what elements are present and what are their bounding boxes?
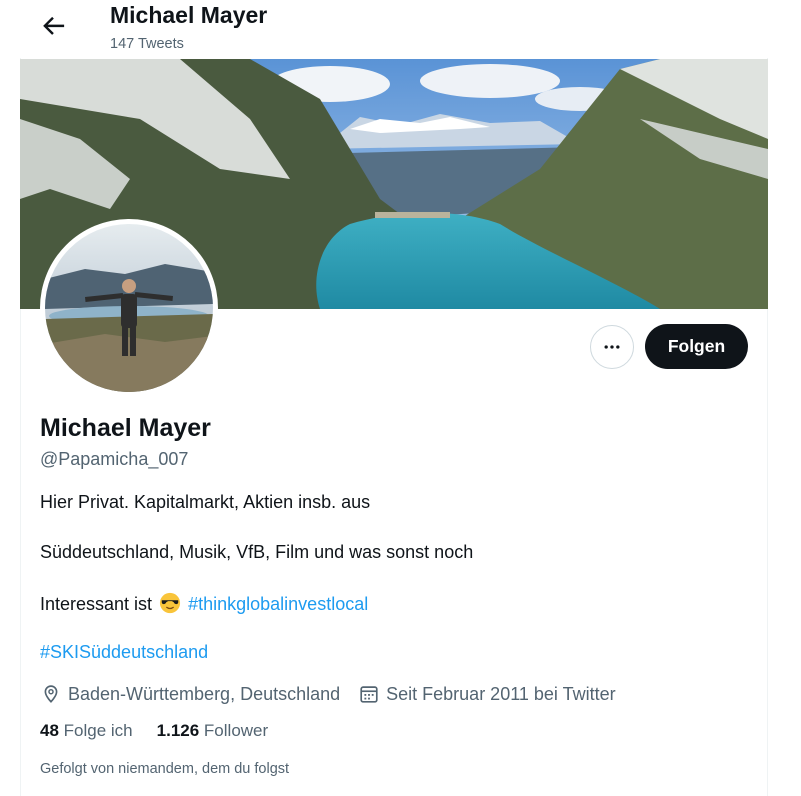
bio-line-3: Interessant ist #thinkglobalinvestlocal <box>40 592 368 615</box>
calendar-icon <box>360 686 378 703</box>
back-button[interactable] <box>36 10 70 44</box>
joined-text: Seit Februar 2011 bei Twitter <box>386 683 616 704</box>
followers-label: Follower <box>203 721 269 740</box>
followers-link[interactable]: 1.126 Follower <box>157 721 269 741</box>
bio-line-3-text: Interessant ist <box>40 594 153 614</box>
bio-line-4: #SKISüddeutschland <box>40 642 208 663</box>
header-title: Michael Mayer <box>110 2 268 28</box>
profile-name: Michael Mayer <box>40 414 211 442</box>
more-options-button[interactable] <box>590 325 634 369</box>
profile-meta: Baden-Württemberg, Deutschland Seit Febr… <box>40 681 616 707</box>
follow-button[interactable]: Folgen <box>645 324 748 369</box>
bio-line-2: Süddeutschland, Musik, VfB, Film und was… <box>40 542 474 562</box>
followers-count: 1.126 <box>156 721 200 740</box>
following-label: Folge ich <box>63 721 133 740</box>
more-horizontal-icon <box>604 345 620 349</box>
location-text: Baden-Württemberg, Deutschland <box>68 683 341 704</box>
avatar-image <box>45 224 213 392</box>
followed-by-text: Gefolgt von niemandem, dem du folgst <box>40 761 290 777</box>
sunglasses-emoji-icon <box>159 592 181 614</box>
follow-stats: 48 Folge ich 1.126 Follower <box>40 721 268 741</box>
following-count: 48 <box>40 721 59 740</box>
bio-line-1: Hier Privat. Kapitalmarkt, Aktien insb. … <box>40 492 371 512</box>
profile-header: Michael Mayer 147 Tweets <box>0 0 801 58</box>
location-pin-icon <box>44 685 58 703</box>
avatar[interactable] <box>40 219 218 397</box>
following-link[interactable]: 48 Folge ich <box>40 721 133 741</box>
tweet-count: 147 Tweets <box>110 36 184 52</box>
arrow-left-icon <box>43 16 65 35</box>
profile-handle: @Papamicha_007 <box>40 449 189 469</box>
hashtag-skisueddeutschland[interactable]: #SKISüddeutschland <box>40 642 208 662</box>
hashtag-thinkglobalinvestlocal[interactable]: #thinkglobalinvestlocal <box>188 594 368 614</box>
